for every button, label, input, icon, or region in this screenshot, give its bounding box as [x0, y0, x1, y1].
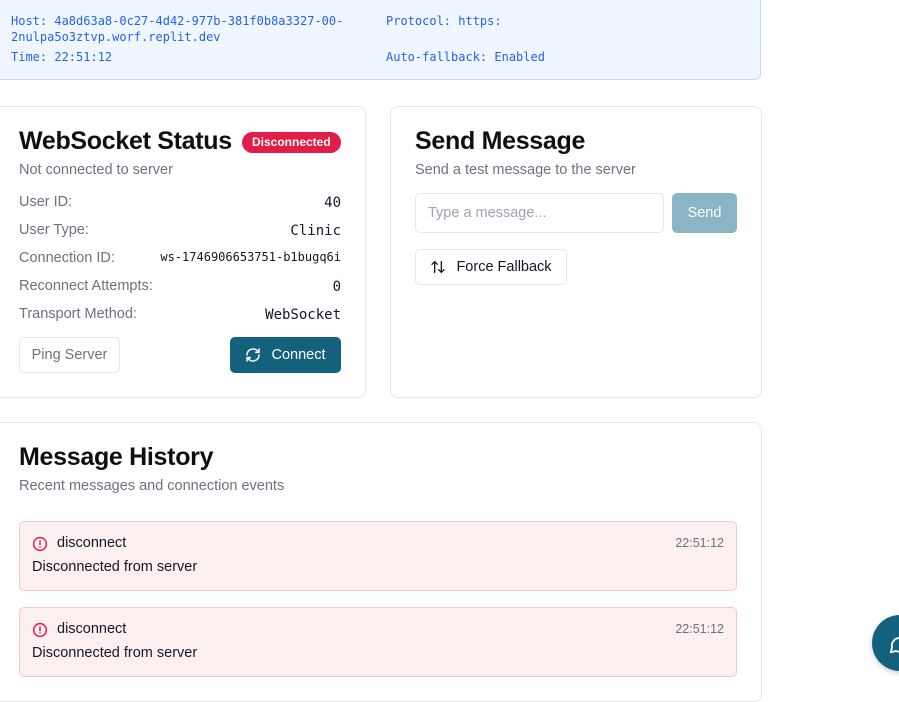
connect-button[interactable]: Connect: [230, 337, 341, 373]
history-event-item: disconnect 22:51:12 Disconnected from se…: [19, 521, 737, 591]
connection-id-label: Connection ID:: [19, 250, 115, 266]
protocol-text: Protocol: https:: [386, 14, 502, 28]
event-message: Disconnected from server: [32, 559, 198, 575]
event-time: 22:51:12: [675, 622, 724, 636]
force-fallback-button[interactable]: Force Fallback: [415, 249, 567, 285]
history-event-item: disconnect 22:51:12 Disconnected from se…: [19, 607, 737, 677]
status-badge: Disconnected: [242, 132, 341, 153]
send-card-subtitle: Send a test message to the server: [415, 162, 636, 178]
ping-server-label: Ping Server: [31, 347, 108, 363]
host-text: Host: 4a8d63a8-0c27-4d42-977b-381f0b8a33…: [11, 14, 344, 28]
transport-method-label: Transport Method:: [19, 306, 137, 322]
user-type-value: Clinic: [290, 223, 341, 239]
alert-circle-icon: [32, 536, 48, 552]
ping-server-button[interactable]: Ping Server: [19, 337, 120, 373]
history-card-title: Message History: [19, 443, 214, 471]
send-card-title: Send Message: [415, 127, 586, 155]
reconnect-attempts-label: Reconnect Attempts:: [19, 278, 153, 294]
event-type: disconnect: [57, 535, 127, 551]
reconnect-attempts-value: 0: [332, 279, 341, 295]
host-text-continued: 2nulpa5o3ztvp.worf.replit.dev: [11, 30, 221, 44]
user-id-value: 40: [324, 195, 341, 211]
chat-fab-button[interactable]: [872, 615, 899, 671]
event-message: Disconnected from server: [32, 645, 198, 661]
refresh-icon: [245, 347, 261, 363]
event-time: 22:51:12: [675, 536, 724, 550]
auto-fallback-text: Auto-fallback: Enabled: [386, 50, 545, 64]
send-label: Send: [687, 205, 722, 221]
time-text: Time: 22:51:12: [11, 50, 113, 64]
chat-bubble-icon: [889, 637, 899, 654]
force-fallback-label: Force Fallback: [456, 259, 552, 275]
connection-id-value: ws-1746906653751-b1bugq6i: [160, 250, 341, 264]
user-id-label: User ID:: [19, 194, 73, 210]
history-card-subtitle: Recent messages and connection events: [19, 478, 285, 494]
event-type: disconnect: [57, 621, 127, 637]
status-card-title: WebSocket Status: [19, 127, 232, 155]
user-type-label: User Type:: [19, 222, 89, 238]
connect-label: Connect: [271, 347, 326, 363]
message-input[interactable]: [415, 193, 664, 233]
transport-method-value: WebSocket: [265, 307, 341, 323]
alert-circle-icon: [32, 622, 48, 638]
swap-vertical-icon: [430, 259, 446, 275]
send-button[interactable]: Send: [672, 193, 737, 233]
status-card-subtitle: Not connected to server: [19, 162, 173, 178]
